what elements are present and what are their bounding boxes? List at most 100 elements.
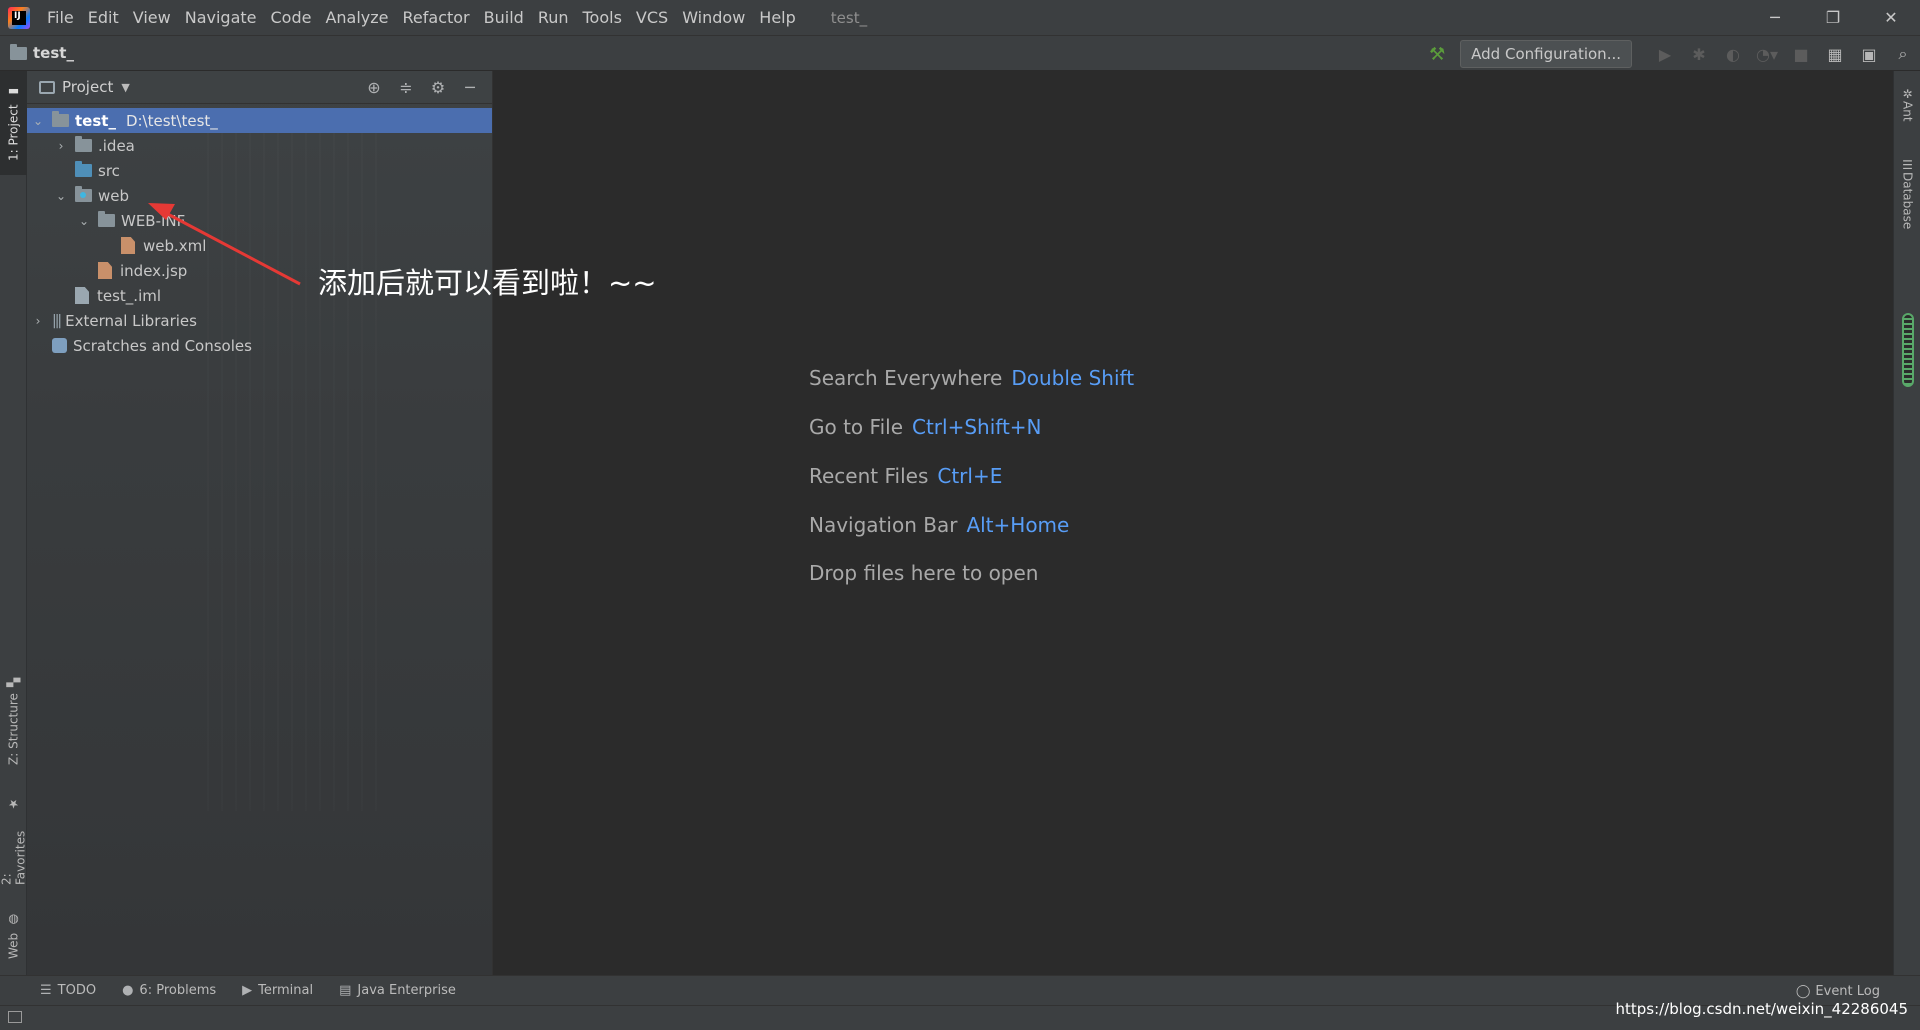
tab-todo-label: TODO xyxy=(57,983,97,998)
tab-favorites-label: 2: Favorites xyxy=(0,830,28,885)
scratches-icon xyxy=(52,338,67,353)
ant-icon: ✲ xyxy=(1900,86,1915,101)
menu-build[interactable]: Build xyxy=(477,0,531,35)
menu-window[interactable]: Window xyxy=(675,0,752,35)
hint-recent-files: Recent Files Ctrl+E xyxy=(809,464,1002,488)
profile-icon[interactable]: ◔▾ xyxy=(1750,36,1784,72)
locate-icon[interactable]: ⊕ xyxy=(358,71,390,104)
tab-web-label: Web xyxy=(6,932,21,960)
breadcrumb[interactable]: test_ xyxy=(10,43,74,62)
module-file-icon xyxy=(75,287,89,304)
coverage-icon[interactable]: ◐ xyxy=(1716,36,1750,72)
folder-icon xyxy=(10,43,27,60)
chevron-right-icon[interactable]: › xyxy=(30,314,46,328)
chevron-down-icon[interactable]: ⌄ xyxy=(76,214,92,228)
tree-item-label: External Libraries xyxy=(65,311,197,330)
tab-structure[interactable]: Z: Structure ▚ xyxy=(0,671,27,771)
tree-item-idea[interactable]: › .idea xyxy=(27,133,492,158)
collapse-all-icon[interactable]: ≑ xyxy=(390,71,422,104)
menu-file[interactable]: File xyxy=(40,0,81,35)
folder-icon xyxy=(75,136,92,152)
chevron-down-icon[interactable]: ⌄ xyxy=(53,189,69,203)
library-icon: ||| xyxy=(52,312,62,329)
speech-bubble-icon: ◯ xyxy=(1795,983,1811,999)
folder-icon: ▬ xyxy=(6,84,21,99)
menu-edit[interactable]: Edit xyxy=(81,0,126,35)
tree-item-webxml[interactable]: · web.xml xyxy=(27,233,492,258)
menu-view[interactable]: View xyxy=(126,0,178,35)
run-icon[interactable]: ▶ xyxy=(1648,36,1682,72)
tree-item-web[interactable]: ⌄ web xyxy=(27,183,492,208)
tab-terminal[interactable]: ▶ Terminal xyxy=(230,976,327,1006)
tree-item-root[interactable]: ⌄ test_ D:\test\test_ xyxy=(27,108,492,133)
tab-ant-label: Ant xyxy=(1900,100,1915,122)
breadcrumb-project: test_ xyxy=(33,44,74,62)
left-tool-strip: 1: Project ▬ Z: Structure ▚ 2: Favorites… xyxy=(0,71,28,975)
hint-navigation-bar: Navigation Bar Alt+Home xyxy=(809,513,1069,537)
tree-item-label: test_.iml xyxy=(97,286,162,305)
close-button[interactable]: ✕ xyxy=(1862,0,1920,35)
tree-item-label: index.jsp xyxy=(120,261,188,280)
menu-code[interactable]: Code xyxy=(264,0,319,35)
globe-icon: ◍ xyxy=(6,912,21,927)
structure-icon: ▚ xyxy=(6,677,21,687)
menu-tools[interactable]: Tools xyxy=(576,0,629,35)
tree-item-webinf[interactable]: ⌄ WEB-INF xyxy=(27,208,492,233)
database-icon: ☰ xyxy=(1900,158,1915,173)
restore-button[interactable]: ❐ xyxy=(1804,0,1862,35)
tab-database[interactable]: ☰ Database xyxy=(1894,149,1920,239)
project-view-selector[interactable]: Project xyxy=(62,78,113,96)
debug-icon[interactable]: ✱ xyxy=(1682,36,1716,72)
menu-bar: IJ File Edit View Navigate Code Analyze … xyxy=(0,0,1920,35)
star-icon: ★ xyxy=(6,797,21,811)
hint-go-to-file: Go to File Ctrl+Shift+N xyxy=(809,415,1042,439)
tab-problems-label: 6: Problems xyxy=(139,983,217,998)
tree-item-src[interactable]: · src xyxy=(27,158,492,183)
build-hammer-icon[interactable]: ⚒ xyxy=(1420,36,1454,72)
editor-empty-area[interactable]: Search Everywhere Double Shift Go to File… xyxy=(494,71,1893,975)
stop-icon[interactable]: ■ xyxy=(1784,36,1818,72)
folder-icon xyxy=(98,211,115,227)
project-structure-icon[interactable]: ▦ xyxy=(1818,36,1852,72)
chevron-down-icon[interactable]: ⌄ xyxy=(30,114,46,128)
presentation-icon[interactable]: ▣ xyxy=(1852,36,1886,72)
menu-refactor[interactable]: Refactor xyxy=(396,0,477,35)
chevron-down-icon[interactable]: ▼ xyxy=(121,81,129,94)
menu-navigate[interactable]: Navigate xyxy=(178,0,264,35)
hint-drop-files: Drop files here to open xyxy=(809,561,1039,585)
search-icon[interactable]: ⌕ xyxy=(1886,36,1920,72)
tab-favorites[interactable]: 2: Favorites ★ xyxy=(0,791,28,891)
tree-root-name: test_ xyxy=(75,111,116,130)
project-view-icon xyxy=(39,80,55,94)
hint-shortcut: Ctrl+E xyxy=(937,464,1003,488)
minimize-button[interactable]: ─ xyxy=(1746,0,1804,35)
tree-item-label: src xyxy=(98,161,120,180)
menu-analyze[interactable]: Analyze xyxy=(318,0,395,35)
menu-run[interactable]: Run xyxy=(531,0,576,35)
tree-item-label: web xyxy=(98,186,130,205)
memory-indicator xyxy=(1902,313,1914,387)
tab-java-enterprise[interactable]: ▤ Java Enterprise xyxy=(327,976,470,1006)
tree-item-label: Scratches and Consoles xyxy=(73,336,252,355)
gear-icon[interactable]: ⚙ xyxy=(422,71,454,104)
hint-label: Search Everywhere xyxy=(809,366,1003,390)
tree-item-scratches[interactable]: · Scratches and Consoles xyxy=(27,333,492,358)
hide-icon[interactable]: ─ xyxy=(454,71,486,104)
tab-problems[interactable]: ● 6: Problems xyxy=(110,976,230,1006)
menu-vcs[interactable]: VCS xyxy=(629,0,675,35)
tree-item-external-libraries[interactable]: › ||| External Libraries xyxy=(27,308,492,333)
tab-ant[interactable]: ✲ Ant xyxy=(1894,77,1920,131)
tab-todo[interactable]: ☰ TODO xyxy=(28,976,110,1006)
tab-web[interactable]: Web ◍ xyxy=(0,906,27,966)
jsp-file-icon xyxy=(98,262,112,279)
tab-database-label: Database xyxy=(1900,172,1915,230)
add-configuration-button[interactable]: Add Configuration... xyxy=(1460,40,1632,68)
tree-item-label: web.xml xyxy=(143,236,207,255)
menu-help[interactable]: Help xyxy=(752,0,802,35)
tab-project[interactable]: 1: Project ▬ xyxy=(0,71,27,175)
right-tool-strip: ✲ Ant ☰ Database xyxy=(1893,71,1920,975)
toggle-tool-windows-icon[interactable] xyxy=(8,1011,22,1023)
hint-label: Go to File xyxy=(809,415,903,439)
chevron-right-icon[interactable]: › xyxy=(53,139,69,153)
navigation-bar: test_ ⚒ Add Configuration... ▶ ✱ ◐ ◔▾ ■ … xyxy=(0,35,1920,71)
